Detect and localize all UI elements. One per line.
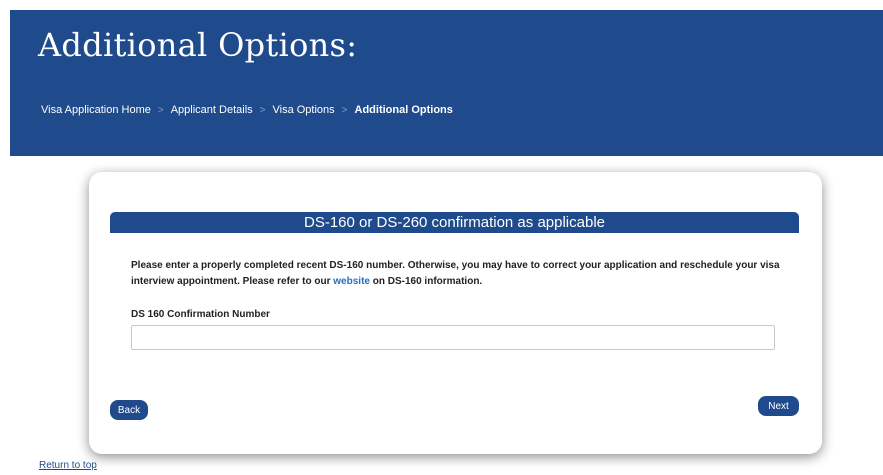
breadcrumb-item-applicant-details[interactable]: Applicant Details — [171, 104, 253, 116]
breadcrumb-separator-icon: > — [157, 104, 164, 116]
ds160-confirmation-input[interactable] — [131, 325, 775, 350]
breadcrumb-item-visa-application-home[interactable]: Visa Application Home — [41, 104, 151, 116]
breadcrumb-item-additional-options: Additional Options — [354, 104, 453, 116]
breadcrumb-separator-icon: > — [259, 104, 266, 116]
website-link[interactable]: website — [333, 276, 370, 287]
section-title: DS-160 or DS-260 confirmation as applica… — [110, 212, 799, 233]
breadcrumb-item-visa-options[interactable]: Visa Options — [273, 104, 335, 116]
breadcrumb: Visa Application Home > Applicant Detail… — [41, 104, 453, 116]
back-button[interactable]: Back — [110, 400, 148, 420]
breadcrumb-separator-icon: > — [341, 104, 348, 116]
return-to-top-link[interactable]: Return to top — [39, 460, 97, 471]
form-card: DS-160 or DS-260 confirmation as applica… — [89, 172, 822, 454]
instructions-text-end: on DS-160 information. — [369, 276, 483, 287]
ds160-field-label: DS 160 Confirmation Number — [131, 309, 270, 320]
page-header: Additional Options: Visa Application Hom… — [10, 10, 883, 156]
instructions-text: Please enter a properly completed recent… — [131, 258, 786, 290]
page-title: Additional Options: — [38, 26, 358, 64]
left-gutter — [0, 0, 10, 475]
next-button[interactable]: Next — [758, 396, 799, 416]
